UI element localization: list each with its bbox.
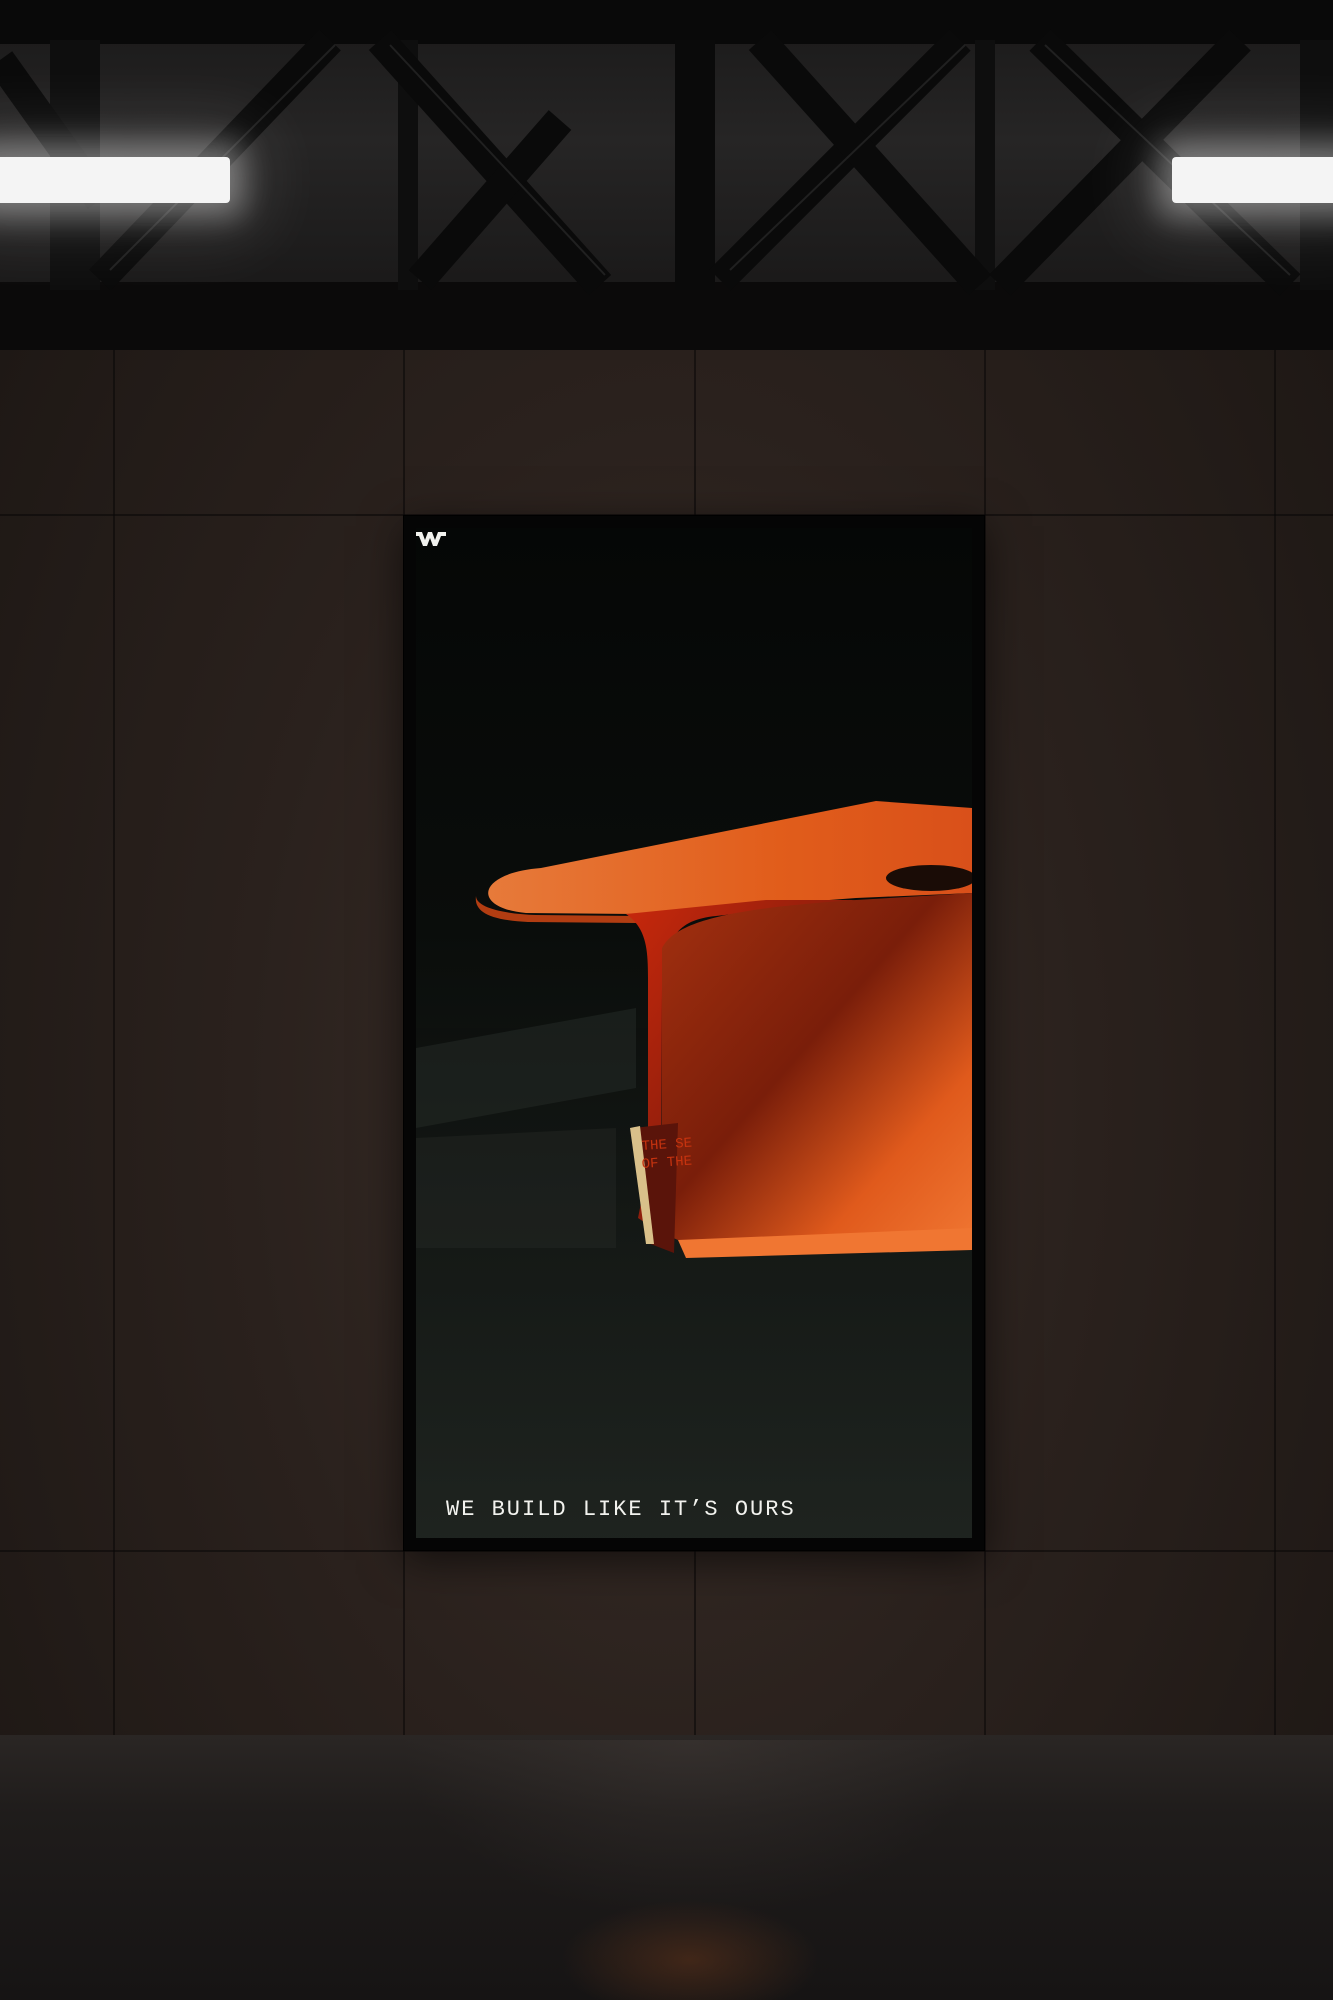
poster-tagline: WE BUILD LIKE IT’S OURS bbox=[446, 1497, 796, 1522]
gallery-scene: THE SE OF THE WE BUILD LIKE IT’S OURS bbox=[0, 0, 1333, 2000]
ceiling-light-right bbox=[1172, 157, 1333, 203]
poster-image: THE SE OF THE WE BUILD LIKE IT’S OURS bbox=[416, 528, 972, 1538]
poster-display: THE SE OF THE WE BUILD LIKE IT’S OURS bbox=[404, 516, 984, 1550]
w-brand-logo-icon bbox=[416, 532, 446, 546]
ceiling-light-left bbox=[0, 157, 230, 203]
orange-table-illustration: THE SE OF THE bbox=[416, 801, 972, 1538]
ceiling-truss bbox=[0, 0, 1333, 350]
